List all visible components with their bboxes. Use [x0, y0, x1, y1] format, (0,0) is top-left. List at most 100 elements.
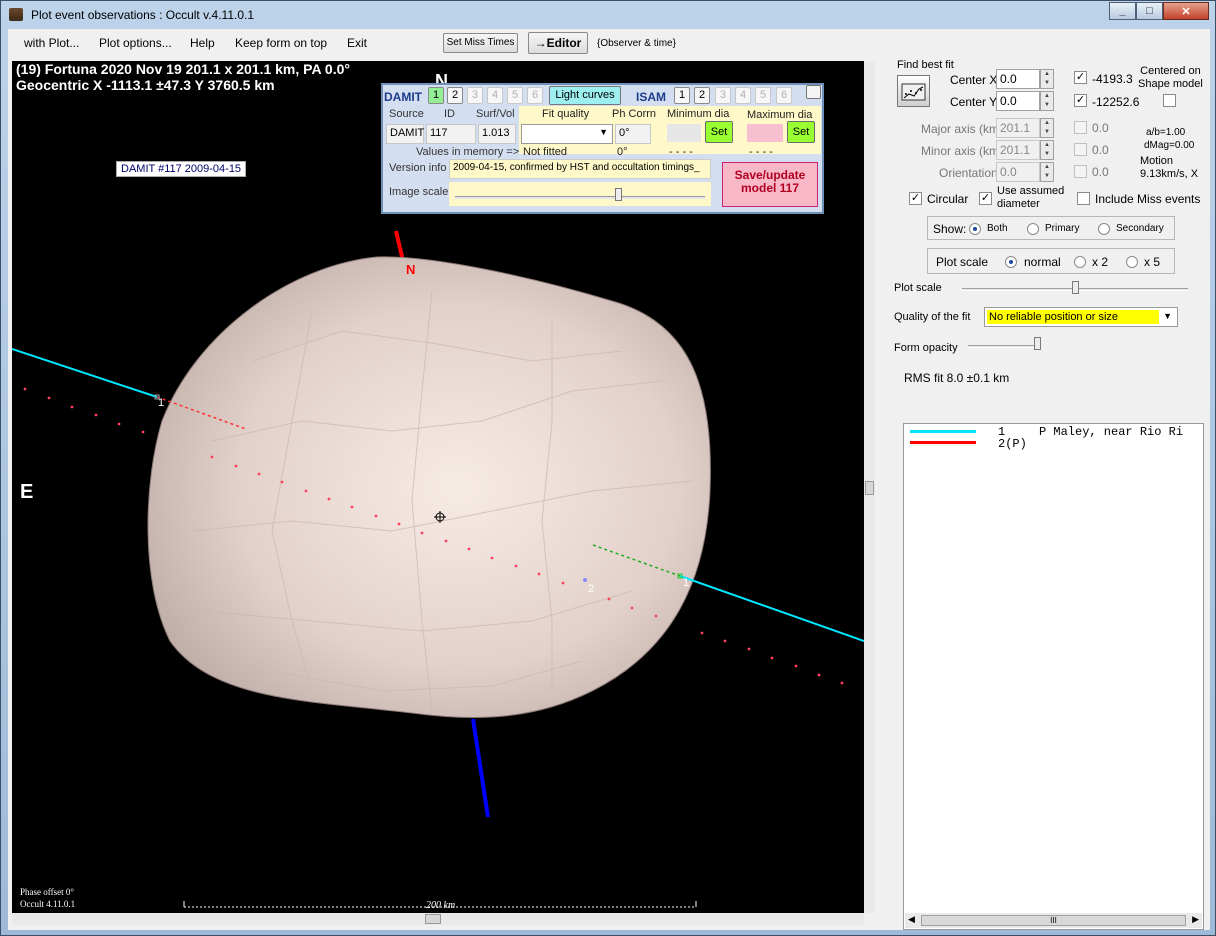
image-scale-thumb[interactable] — [615, 188, 622, 201]
max-dia-input[interactable] — [747, 124, 783, 142]
fit-quality-dropdown[interactable]: ▼ — [521, 124, 613, 144]
find-best-fit-button[interactable] — [897, 75, 930, 107]
title-bar[interactable]: Plot event observations : Occult v.4.11.… — [1, 1, 1215, 29]
menu-keep-on-top[interactable]: Keep form on top — [235, 36, 327, 50]
damit-model-4-button[interactable]: 4 — [487, 87, 503, 104]
result-2-color-line — [910, 441, 976, 444]
damit-model-3-button[interactable]: 3 — [467, 87, 483, 104]
use-assumed-diameter-checkbox[interactable]: ✓ — [979, 192, 992, 205]
result-1-text: P Maley, near Rio Ri — [1039, 425, 1184, 439]
isam-model-5-button[interactable]: 5 — [755, 87, 771, 104]
max-dia-set-button[interactable]: Set — [787, 121, 815, 143]
plot-vertical-scrollbar[interactable] — [864, 61, 875, 913]
min-dia-input[interactable] — [667, 124, 701, 142]
orientation-checkbox[interactable] — [1074, 165, 1087, 178]
save-update-model-button[interactable]: Save/update model 117 — [722, 162, 818, 207]
isam-model-4-button[interactable]: 4 — [735, 87, 751, 104]
north-axis-marker: N — [406, 262, 416, 277]
south-axis-line — [471, 718, 490, 818]
horizontal-scroll-thumb[interactable] — [425, 914, 441, 924]
plot-scale-thumb[interactable] — [1072, 281, 1079, 294]
close-button[interactable]: ✕ — [1163, 2, 1209, 20]
isam-model-2-button[interactable]: 2 — [694, 87, 710, 104]
image-scale-label: Image scale — [389, 186, 449, 198]
damit-model-5-button[interactable]: 5 — [507, 87, 523, 104]
set-miss-times-button[interactable]: Set Miss Times — [443, 33, 518, 53]
max-dia-label: Maximum dia — [747, 109, 813, 121]
center-y-spinner[interactable]: ▲ ▼ — [1040, 91, 1054, 111]
show-both-radio[interactable] — [969, 223, 981, 235]
quality-dropdown[interactable]: No reliable position or size ▼ — [984, 307, 1178, 327]
isam-title: ISAM — [636, 90, 666, 104]
orientation-spinner[interactable]: ▲ ▼ — [1040, 162, 1054, 182]
form-opacity-thumb[interactable] — [1034, 337, 1041, 350]
orientation-input[interactable]: 0.0 — [996, 162, 1040, 182]
include-miss-events-checkbox[interactable] — [1077, 192, 1090, 205]
editor-button[interactable]: →Editor — [528, 32, 588, 54]
center-x-spinner[interactable]: ▲ ▼ — [1040, 69, 1054, 89]
minimize-button[interactable]: _ — [1109, 2, 1136, 20]
max-dia-memory: - - - - — [749, 146, 773, 158]
id-label: ID — [444, 108, 455, 120]
use-assumed-diameter-label: Use assumed diameter — [997, 185, 1065, 210]
menu-with-plot[interactable]: with Plot... — [24, 36, 79, 50]
form-opacity-slider[interactable] — [968, 345, 1038, 348]
circular-checkbox[interactable]: ✓ — [909, 192, 922, 205]
scale-x5-label: x 5 — [1144, 255, 1161, 269]
isam-model-3-button[interactable]: 3 — [715, 87, 731, 104]
light-curves-button[interactable]: Light curves — [549, 86, 621, 105]
minor-axis-checkbox[interactable] — [1074, 143, 1087, 156]
plot-horizontal-scrollbar[interactable] — [12, 913, 864, 925]
isam-model-1-button[interactable]: 1 — [674, 87, 690, 104]
major-axis-spinner[interactable]: ▲ ▼ — [1040, 118, 1054, 138]
centered-shape-checkbox[interactable] — [1163, 94, 1176, 107]
show-both-label: Both — [987, 223, 1008, 234]
ph-corr-input[interactable]: 0° — [615, 124, 651, 144]
damit-model-1-button[interactable]: 1 — [428, 87, 444, 104]
show-secondary-radio[interactable] — [1098, 223, 1110, 235]
menu-help[interactable]: Help — [190, 36, 215, 50]
show-primary-radio[interactable] — [1027, 223, 1039, 235]
minor-axis-spinner[interactable]: ▲ ▼ — [1040, 140, 1054, 160]
center-x-checkbox[interactable]: ✓ — [1074, 71, 1087, 84]
observer-time-label: {Observer & time} — [597, 38, 676, 49]
result-2-number: 2(P) — [998, 437, 1027, 451]
include-miss-events-label: Include Miss events — [1095, 192, 1201, 206]
chord-1-right-label: 1 — [683, 577, 690, 589]
app-icon — [9, 8, 23, 21]
vertical-scroll-thumb[interactable] — [865, 481, 874, 495]
orientation-result: 0.0 — [1092, 165, 1109, 179]
ab-ratio-text: a/b=1.00 — [1146, 127, 1186, 138]
results-horizontal-scrollbar[interactable]: ◀ III ▶ — [905, 913, 1202, 928]
maximize-button[interactable]: □ — [1136, 2, 1163, 20]
version-info-label: Version info — [389, 162, 447, 174]
menu-exit[interactable]: Exit — [347, 36, 367, 50]
center-x-input[interactable]: 0.0 — [996, 69, 1040, 89]
min-dia-set-button[interactable]: Set — [705, 121, 733, 143]
observer-results-list[interactable]: 1 P Maley, near Rio Ri 2(P) ◀ III ▶ — [903, 423, 1204, 930]
center-x-label: Center X — [950, 73, 998, 87]
scale-x2-radio[interactable] — [1074, 256, 1086, 268]
minor-axis-input[interactable]: 201.1 — [996, 140, 1040, 160]
major-axis-checkbox[interactable] — [1074, 121, 1087, 134]
center-y-checkbox[interactable]: ✓ — [1074, 94, 1087, 107]
orientation-label: Orientation — [939, 166, 998, 180]
show-label: Show: — [933, 222, 967, 236]
damit-model-6-button[interactable]: 6 — [527, 87, 543, 104]
center-y-input[interactable]: 0.0 — [996, 91, 1040, 111]
scale-x5-radio[interactable] — [1126, 256, 1138, 268]
scale-normal-radio[interactable] — [1005, 256, 1017, 268]
damit-model-2-button[interactable]: 2 — [447, 87, 463, 104]
rms-fit-text: RMS fit 8.0 ±0.1 km — [904, 371, 1010, 385]
values-in-memory-label: Values in memory => — [416, 146, 520, 158]
image-scale-slider[interactable] — [449, 182, 711, 206]
results-scroll-thumb[interactable]: III — [921, 915, 1186, 926]
min-dia-label: Minimum dia — [667, 108, 730, 120]
panel-close-checkbox[interactable] — [806, 85, 821, 99]
fit-quality-label: Fit quality — [542, 108, 590, 120]
isam-model-6-button[interactable]: 6 — [776, 87, 792, 104]
scroll-left-icon[interactable]: ◀ — [908, 914, 915, 925]
major-axis-input[interactable]: 201.1 — [996, 118, 1040, 138]
scroll-right-icon[interactable]: ▶ — [1192, 914, 1199, 925]
menu-plot-options[interactable]: Plot options... — [99, 36, 172, 50]
